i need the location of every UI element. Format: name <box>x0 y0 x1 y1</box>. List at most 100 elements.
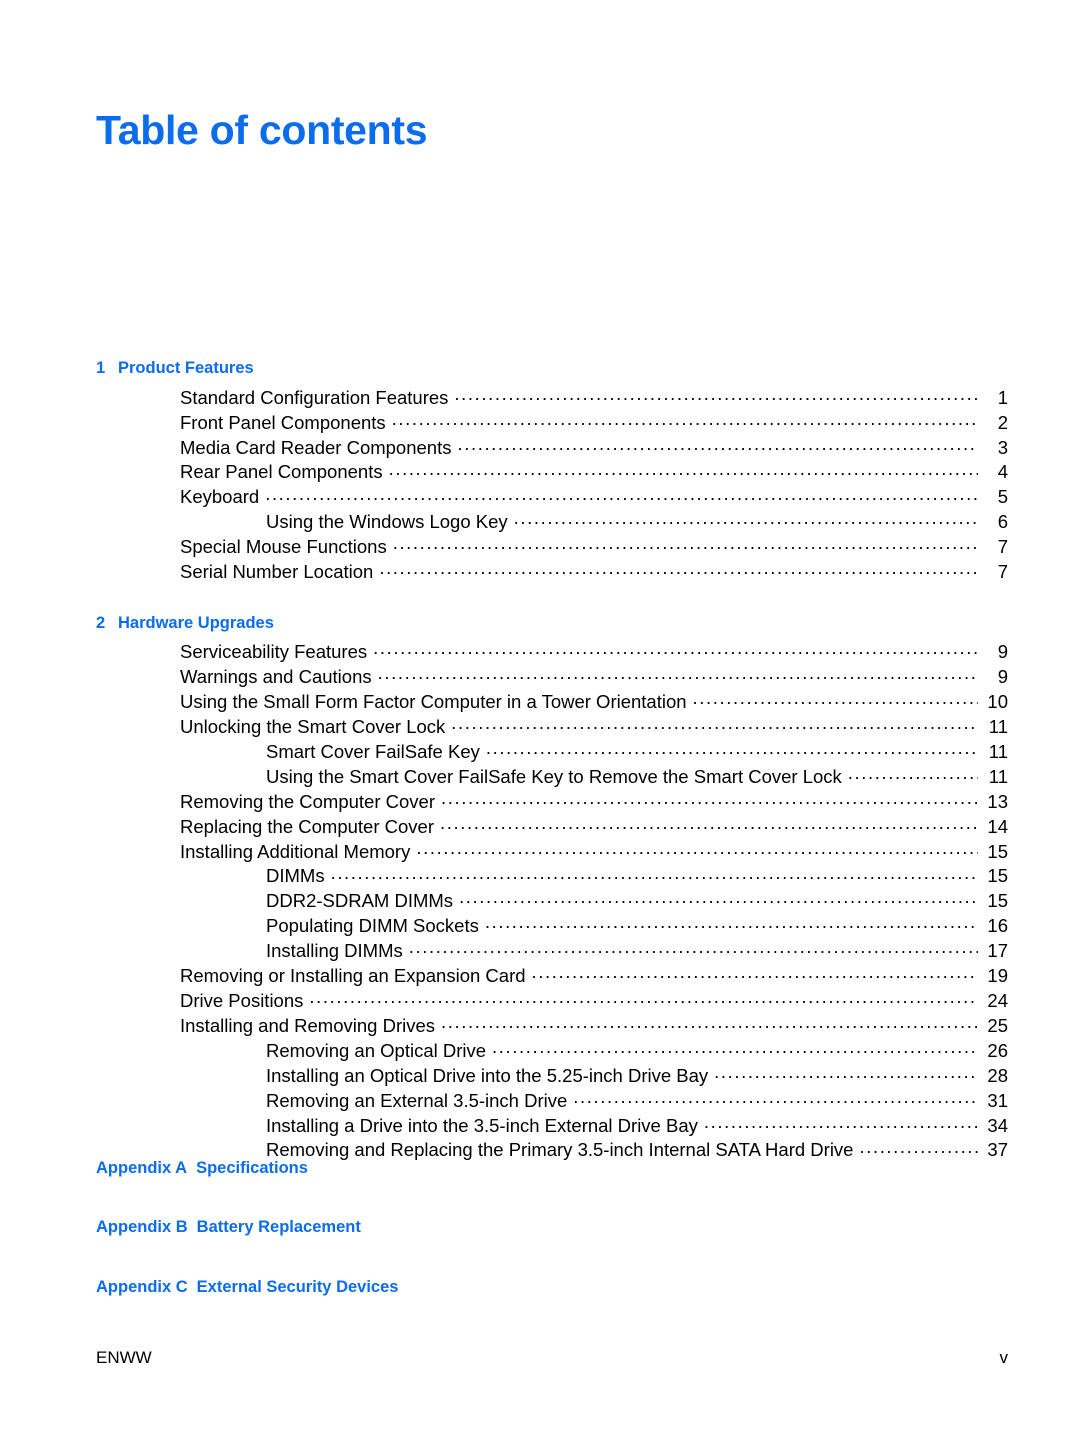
toc-entry[interactable]: DIMMs 15 <box>96 864 1008 889</box>
toc-entry-page-number: 24 <box>987 989 1008 1011</box>
toc-entry-label: DIMMs <box>266 865 325 887</box>
toc-chapter-block: 2 Hardware Upgrades Serviceability Feature… <box>96 612 1008 1163</box>
toc-entry[interactable]: Installing DIMMs 17 <box>96 939 1008 964</box>
toc-entry[interactable]: Warnings and Cautions 9 <box>96 665 1008 690</box>
toc-entry[interactable]: Populating DIMM Sockets 16 <box>96 914 1008 939</box>
toc-entry-label: Installing DIMMs <box>266 940 403 962</box>
toc-dot-leader <box>451 715 978 734</box>
toc-dot-leader <box>378 665 978 684</box>
toc-entry-label: Populating DIMM Sockets <box>266 915 479 937</box>
toc-entry[interactable]: Using the Small Form Factor Computer in … <box>96 690 1008 715</box>
toc-entry-label: Using the Smart Cover FailSafe Key to Re… <box>266 765 842 787</box>
toc-entry-page-number: 7 <box>997 561 1008 583</box>
toc-entry-label: Replacing the Computer Cover <box>180 815 434 837</box>
toc-entry-page-number: 28 <box>987 1064 1008 1086</box>
toc-entry-label: Front Panel Components <box>180 411 386 433</box>
toc-entry[interactable]: Installing Additional Memory 15 <box>96 839 1008 864</box>
toc-dot-leader <box>573 1088 978 1107</box>
page-title: Table of contents <box>96 107 428 153</box>
toc-entry[interactable]: Using the Windows Logo Key 6 <box>96 510 1008 535</box>
toc-entry-page-number: 26 <box>987 1039 1008 1061</box>
toc-chapter-heading[interactable]: 1 Product Features <box>96 357 1008 379</box>
toc-entry[interactable]: Media Card Reader Components 3 <box>96 435 1008 460</box>
toc-chapter-label: Product Features <box>118 359 254 377</box>
toc-entry[interactable]: DDR2-SDRAM DIMMs 15 <box>96 889 1008 914</box>
toc-appendix-label: Battery Replacement <box>196 1218 361 1237</box>
toc-entry-page-number: 9 <box>997 641 1008 663</box>
toc-entry-page-number: 19 <box>987 965 1008 987</box>
toc-entry[interactable]: Unlocking the Smart Cover Lock 11 <box>96 715 1008 740</box>
toc-dot-leader <box>373 640 978 659</box>
toc-appendix-heading[interactable]: Appendix C External Security Devices <box>96 1276 1008 1298</box>
toc-dot-leader <box>486 739 978 758</box>
toc-dot-leader <box>440 814 978 833</box>
toc-dot-leader <box>331 864 978 883</box>
toc-entry-label: Removing or Installing an Expansion Card <box>180 965 526 987</box>
toc-entry-page-number: 5 <box>997 486 1008 508</box>
toc-entry-label: Serviceability Features <box>180 641 368 663</box>
toc-entry-page-number: 4 <box>997 461 1008 483</box>
toc-dot-leader <box>265 485 978 504</box>
toc-entry-page-number: 3 <box>997 436 1008 458</box>
toc-appendix-number: Appendix C <box>96 1277 188 1296</box>
toc-dot-leader <box>416 839 978 858</box>
toc-entry-page-number: 10 <box>987 691 1008 713</box>
toc-entry[interactable]: Smart Cover FailSafe Key 11 <box>96 739 1008 764</box>
toc-entry-label: Removing an External 3.5-inch Drive <box>266 1089 568 1111</box>
toc-entry-page-number: 14 <box>987 815 1008 837</box>
toc-entry-label: Installing Additional Memory <box>180 840 411 862</box>
toc-entry[interactable]: Replacing the Computer Cover 14 <box>96 814 1008 839</box>
toc-entry-label: Using the Small Form Factor Computer in … <box>180 691 687 713</box>
toc-entry-label: Unlocking the Smart Cover Lock <box>180 716 446 737</box>
toc-appendix-heading[interactable]: Appendix B Battery Replacement <box>96 1216 1008 1238</box>
toc-entry[interactable]: Standard Configuration Features 1 <box>96 385 1008 410</box>
toc-entry-label: Media Card Reader Components <box>180 436 452 458</box>
toc-entry[interactable]: Rear Panel Components 4 <box>96 460 1008 485</box>
toc-entry-page-number: 11 <box>988 765 1008 787</box>
toc-entry[interactable]: Front Panel Components 2 <box>96 410 1008 435</box>
toc-entry-label: Special Mouse Functions <box>180 536 387 558</box>
toc-entry-page-number: 6 <box>997 511 1008 533</box>
toc-chapter-number: 2 <box>96 613 106 632</box>
toc-dot-leader <box>459 889 978 908</box>
toc-entry[interactable]: Keyboard 5 <box>96 485 1008 510</box>
toc-entry-page-number: 11 <box>988 740 1008 762</box>
toc-entry[interactable]: Special Mouse Functions 7 <box>96 535 1008 560</box>
toc-appendix-label: External Security Devices <box>196 1277 399 1296</box>
toc-dot-leader <box>454 385 978 404</box>
toc-dot-leader <box>441 789 978 808</box>
toc-dot-leader <box>532 964 978 983</box>
toc-entry-label: Warnings and Cautions <box>180 666 372 688</box>
toc-entry[interactable]: Installing a Drive into the 3.5-inch Ext… <box>96 1113 1008 1138</box>
toc-entry[interactable]: Removing an External 3.5-inch Drive 31 <box>96 1088 1008 1113</box>
toc-dot-leader <box>392 410 978 429</box>
appendix-list: Appendix A Specifications Appendix B Batter… <box>96 1157 1008 1298</box>
toc-entry[interactable]: Serviceability Features 9 <box>96 640 1008 665</box>
toc-dot-leader <box>514 510 978 529</box>
toc-dot-leader <box>309 988 978 1007</box>
toc-dot-leader <box>379 560 978 579</box>
toc-entry-page-number: 9 <box>997 666 1008 688</box>
toc-appendix-heading[interactable]: Appendix A Specifications <box>96 1157 1008 1179</box>
toc-chapter-number: 1 <box>96 359 106 377</box>
toc-entry[interactable]: Installing and Removing Drives 25 <box>96 1013 1008 1038</box>
toc-entry-label: Rear Panel Components <box>180 461 383 483</box>
toc-entry[interactable]: Removing or Installing an Expansion Card… <box>96 964 1008 989</box>
toc-entry[interactable]: Drive Positions 24 <box>96 988 1008 1013</box>
toc-entry[interactable]: Serial Number Location 7 <box>96 560 1008 585</box>
toc-entry-page-number: 7 <box>997 536 1008 558</box>
toc-entry-label: Using the Windows Logo Key <box>266 511 508 533</box>
toc-entry-page-number: 25 <box>987 1014 1008 1036</box>
toc-dot-leader <box>457 435 978 454</box>
toc-entry[interactable]: Removing an Optical Drive 26 <box>96 1038 1008 1063</box>
footer-page-number: v <box>999 1348 1009 1367</box>
toc-entry-label: Installing and Removing Drives <box>180 1014 436 1036</box>
toc-entry-page-number: 16 <box>987 915 1008 937</box>
toc-entry[interactable]: Using the Smart Cover FailSafe Key to Re… <box>96 764 1008 789</box>
toc-entry[interactable]: Installing an Optical Drive into the 5.2… <box>96 1063 1008 1088</box>
toc-entry-label: Serial Number Location <box>180 561 374 583</box>
toc-chapter-heading[interactable]: 2 Hardware Upgrades <box>96 612 1008 634</box>
toc-dot-leader <box>714 1063 978 1082</box>
toc-entry[interactable]: Removing the Computer Cover 13 <box>96 789 1008 814</box>
toc-dot-leader <box>859 1138 978 1157</box>
